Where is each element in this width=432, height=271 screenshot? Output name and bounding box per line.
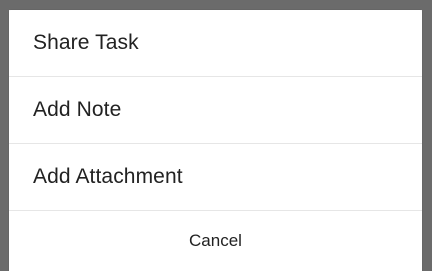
- cancel-button[interactable]: Cancel: [9, 211, 422, 271]
- cancel-label: Cancel: [189, 231, 242, 250]
- add-attachment-option[interactable]: Add Attachment: [9, 144, 422, 211]
- add-note-option[interactable]: Add Note: [9, 77, 422, 144]
- screen: Share Task Add Note Add Attachment Cance…: [0, 0, 432, 271]
- add-attachment-label: Add Attachment: [33, 165, 183, 188]
- dim-overlay-top: [0, 0, 432, 10]
- dim-overlay-right: [422, 0, 432, 271]
- share-task-option[interactable]: Share Task: [9, 10, 422, 77]
- share-task-label: Share Task: [33, 31, 139, 54]
- dim-overlay-left: [0, 0, 9, 271]
- add-note-label: Add Note: [33, 98, 122, 121]
- action-sheet: Share Task Add Note Add Attachment Cance…: [9, 10, 422, 271]
